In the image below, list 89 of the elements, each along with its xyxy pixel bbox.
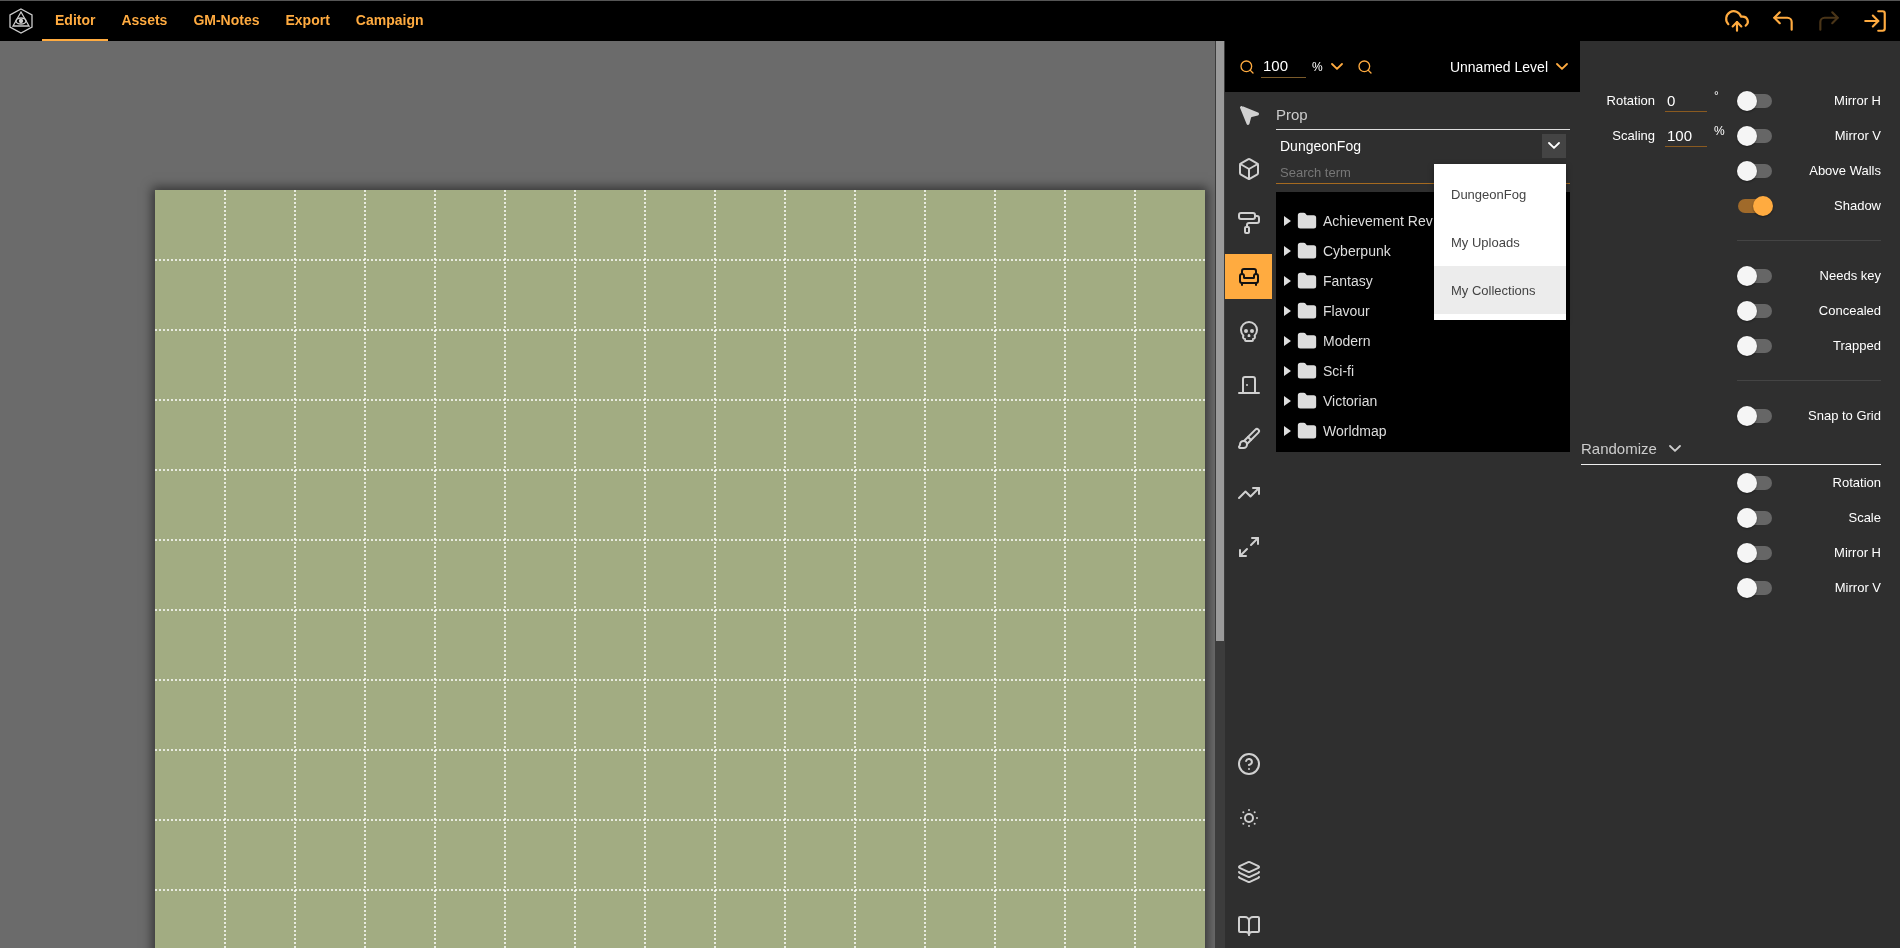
chevron-down-icon <box>1548 142 1560 150</box>
expand-caret-icon[interactable] <box>1284 396 1291 406</box>
folder-icon <box>1297 241 1317 261</box>
toggle-switch[interactable] <box>1737 160 1773 181</box>
folder-label[interactable]: Flavour <box>1323 303 1370 319</box>
expand-caret-icon[interactable] <box>1284 276 1291 286</box>
toggle-label: Needs key <box>1819 268 1881 283</box>
folder-label[interactable]: Worldmap <box>1323 423 1387 439</box>
folder-icon <box>1297 271 1317 291</box>
toggle-switch[interactable] <box>1737 300 1773 321</box>
toggle-switch[interactable] <box>1737 507 1773 528</box>
menu-item[interactable]: DungeonFog <box>1434 170 1566 218</box>
folder-label[interactable]: Cyberpunk <box>1323 243 1391 259</box>
folder-icon <box>1297 361 1317 381</box>
toggle-switch[interactable] <box>1737 472 1773 493</box>
toggle-switch[interactable] <box>1737 335 1773 356</box>
expand-caret-icon[interactable] <box>1284 366 1291 376</box>
section-title[interactable]: Randomize <box>1581 440 1657 457</box>
folder-icon <box>1297 421 1317 441</box>
menu-item[interactable]: My Uploads <box>1434 218 1566 266</box>
undo-icon <box>1770 8 1796 34</box>
number-field[interactable]: 0 <box>1665 89 1707 112</box>
toggle-switch[interactable] <box>1737 577 1773 598</box>
panel-title: Prop <box>1276 92 1570 130</box>
zoom-unit: % <box>1312 59 1323 74</box>
exit-button[interactable] <box>1862 8 1888 34</box>
redo-icon <box>1816 8 1842 34</box>
menu-item[interactable]: My Collections <box>1434 266 1566 314</box>
folder-icon <box>1297 211 1317 231</box>
toggle-label: Rotation <box>1832 475 1881 490</box>
nav-tab[interactable]: Assets <box>108 1 181 41</box>
folder-icon <box>1297 391 1317 411</box>
toggle-label: Shadow <box>1834 198 1881 213</box>
upload-button[interactable] <box>1724 8 1750 34</box>
expand-caret-icon[interactable] <box>1284 426 1291 436</box>
toggle-label: Mirror V <box>1834 580 1881 595</box>
folder-label[interactable]: Achievement Rev <box>1323 213 1433 229</box>
logo-icon[interactable] <box>8 8 34 34</box>
expand-caret-icon[interactable] <box>1284 216 1291 226</box>
expand-icon <box>1236 534 1261 559</box>
toggle-label: Above Walls <box>1809 163 1881 178</box>
toggle-label: Mirror H <box>1834 93 1881 108</box>
chevron-down-icon[interactable] <box>1330 62 1343 71</box>
toggle-label: Concealed <box>1818 303 1881 318</box>
toggle-label: Trapped <box>1833 338 1881 353</box>
field-label: Scaling <box>1611 128 1655 143</box>
unit-label: ° <box>1714 89 1719 103</box>
layers-icon <box>1236 859 1261 884</box>
folder-label[interactable]: Victorian <box>1323 393 1378 409</box>
undo-button[interactable] <box>1770 8 1796 34</box>
folder-label[interactable]: Fantasy <box>1323 273 1373 289</box>
level-selector[interactable]: Unnamed Level <box>1449 58 1568 75</box>
toggle-switch[interactable] <box>1737 125 1773 146</box>
nav-tab[interactable]: Campaign <box>342 1 437 41</box>
number-field[interactable]: 100 <box>1665 124 1707 147</box>
help-icon <box>1236 751 1261 776</box>
expand-caret-icon[interactable] <box>1284 336 1291 346</box>
nav-tab[interactable]: Export <box>272 1 343 41</box>
brush-icon <box>1236 426 1261 451</box>
tool-button[interactable] <box>1225 254 1272 299</box>
toggle-switch[interactable] <box>1737 265 1773 286</box>
folder-label[interactable]: Modern <box>1323 333 1371 349</box>
exit-icon <box>1862 8 1888 34</box>
book-icon <box>1236 913 1261 938</box>
field-label: Rotation <box>1605 93 1655 108</box>
folder-label[interactable]: Sci-fi <box>1323 363 1355 379</box>
scrollbar-thumb[interactable] <box>1216 41 1224 641</box>
paint-roller-icon <box>1236 210 1261 235</box>
toggle-switch[interactable] <box>1737 90 1773 111</box>
zoom-value[interactable]: 100 <box>1261 55 1307 78</box>
folder-icon <box>1297 331 1317 351</box>
expand-caret-icon[interactable] <box>1284 306 1291 316</box>
chevron-down-icon <box>1556 62 1568 71</box>
cube-icon <box>1236 156 1261 181</box>
nav-tab[interactable]: GM-Notes <box>180 1 273 41</box>
toggle-label: Scale <box>1848 510 1881 525</box>
toggle-switch[interactable] <box>1737 542 1773 563</box>
expand-caret-icon[interactable] <box>1284 246 1291 256</box>
toggle-switch[interactable] <box>1737 405 1773 426</box>
source-select-value[interactable]: DungeonFog <box>1280 138 1361 154</box>
toggle-label: Snap to Grid <box>1808 408 1881 423</box>
folder-icon <box>1297 301 1317 321</box>
chevron-down-icon[interactable] <box>1668 444 1681 453</box>
toggle-label: Mirror H <box>1834 545 1881 560</box>
toggle-switch[interactable] <box>1737 195 1773 216</box>
cloud-upload-icon <box>1724 8 1750 34</box>
toggle-label: Mirror V <box>1834 128 1881 143</box>
unit-label: % <box>1714 124 1725 138</box>
source-dropdown-button[interactable] <box>1542 134 1566 158</box>
